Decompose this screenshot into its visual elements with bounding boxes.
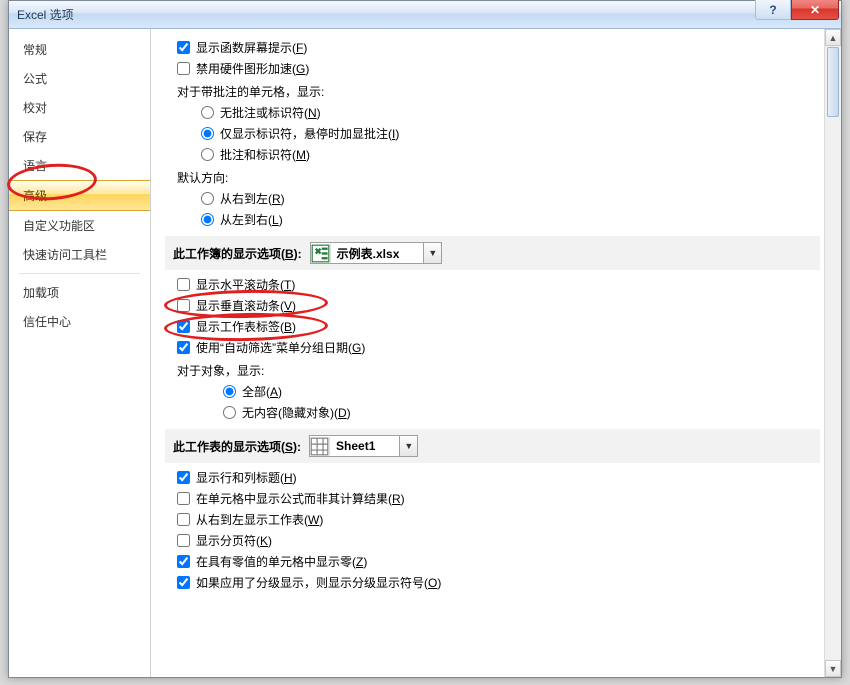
nav-item-language[interactable]: 语言 xyxy=(9,151,150,180)
radio[interactable] xyxy=(201,192,214,205)
opt-disable-hardware-accel[interactable]: 禁用硬件图形加速(G) xyxy=(177,60,820,77)
nav-item-formulas[interactable]: 公式 xyxy=(9,64,150,93)
nav-item-advanced[interactable]: 高级 xyxy=(9,180,150,211)
checkbox[interactable] xyxy=(177,320,190,333)
excel-file-icon xyxy=(311,244,331,263)
nav-item-quick-access[interactable]: 快速访问工具栏 xyxy=(9,240,150,269)
opt-objects-all[interactable]: 全部(A) xyxy=(223,383,820,400)
nav-sidebar: 常规 公式 校对 保存 语言 高级 自定义功能区 快速访问工具栏 加载项 信任中… xyxy=(9,29,151,677)
radio[interactable] xyxy=(201,127,214,140)
opt-dir-ltr[interactable]: 从左到右(L) xyxy=(201,211,820,228)
checkbox[interactable] xyxy=(177,471,190,484)
opt-comments-none[interactable]: 无批注或标识符(N) xyxy=(201,104,820,121)
checkbox[interactable] xyxy=(177,278,190,291)
nav-item-save[interactable]: 保存 xyxy=(9,122,150,151)
nav-item-customize-ribbon[interactable]: 自定义功能区 xyxy=(9,211,150,240)
opt-comments-both[interactable]: 批注和标识符(M) xyxy=(201,146,820,163)
checkbox[interactable] xyxy=(177,513,190,526)
label-default-direction: 默认方向: xyxy=(177,169,820,186)
opt-comments-indicator[interactable]: 仅显示标识符，悬停时加显批注(I) xyxy=(201,125,820,142)
sheet-icon xyxy=(310,437,330,456)
scrollbar-thumb[interactable] xyxy=(827,47,839,117)
radio[interactable] xyxy=(201,148,214,161)
opt-objects-none[interactable]: 无内容(隐藏对象)(D) xyxy=(223,404,820,421)
dialog-title: Excel 选项 xyxy=(17,6,74,23)
workbook-combo-value: 示例表.xlsx xyxy=(331,245,424,262)
opt-show-formulas[interactable]: 在单元格中显示公式而非其计算结果(R) xyxy=(177,490,820,507)
opt-rtl-sheet[interactable]: 从右到左显示工作表(W) xyxy=(177,511,820,528)
checkbox[interactable] xyxy=(177,576,190,589)
help-button[interactable]: ? xyxy=(755,0,791,20)
nav-item-proofing[interactable]: 校对 xyxy=(9,93,150,122)
scroll-down-arrow-icon[interactable]: ▼ xyxy=(825,660,841,677)
opt-show-row-col-headers[interactable]: 显示行和列标题(H) xyxy=(177,469,820,486)
content-pane: 显示函数屏幕提示(F) 禁用硬件图形加速(G) 对于带批注的单元格，显示: 无批… xyxy=(151,29,841,677)
label-comments-header: 对于带批注的单元格，显示: xyxy=(177,83,820,100)
checkbox[interactable] xyxy=(177,41,190,54)
worksheet-combo-value: Sheet1 xyxy=(330,439,399,453)
radio[interactable] xyxy=(223,406,236,419)
chevron-down-icon[interactable]: ▼ xyxy=(423,243,441,263)
excel-options-dialog: Excel 选项 ? ✕ 常规 公式 校对 保存 语言 高级 自定义功能区 快速… xyxy=(8,0,842,678)
worksheet-combo[interactable]: Sheet1 ▼ xyxy=(309,435,418,457)
opt-show-zero[interactable]: 在具有零值的单元格中显示零(Z) xyxy=(177,553,820,570)
scroll-up-arrow-icon[interactable]: ▲ xyxy=(825,29,841,46)
section-worksheet-display: 此工作表的显示选项(S): Sheet1 ▼ xyxy=(165,429,820,463)
opt-show-outline-symbols[interactable]: 如果应用了分级显示，则显示分级显示符号(O) xyxy=(177,574,820,591)
checkbox[interactable] xyxy=(177,299,190,312)
nav-item-addins[interactable]: 加载项 xyxy=(9,278,150,307)
label-objects-header: 对于对象，显示: xyxy=(177,362,820,379)
nav-item-general[interactable]: 常规 xyxy=(9,35,150,64)
opt-show-page-breaks[interactable]: 显示分页符(K) xyxy=(177,532,820,549)
nav-item-trust-center[interactable]: 信任中心 xyxy=(9,307,150,336)
checkbox[interactable] xyxy=(177,534,190,547)
checkbox[interactable] xyxy=(177,341,190,354)
opt-show-horizontal-scrollbar[interactable]: 显示水平滚动条(T) xyxy=(177,276,820,293)
checkbox[interactable] xyxy=(177,62,190,75)
dialog-body: 常规 公式 校对 保存 语言 高级 自定义功能区 快速访问工具栏 加载项 信任中… xyxy=(9,29,841,677)
checkbox[interactable] xyxy=(177,555,190,568)
titlebar: Excel 选项 ? ✕ xyxy=(9,1,841,29)
radio[interactable] xyxy=(223,385,236,398)
section-workbook-display: 此工作簿的显示选项(B): 示例表.xlsx ▼ xyxy=(165,236,820,270)
opt-show-vertical-scrollbar[interactable]: 显示垂直滚动条(V) xyxy=(177,297,820,314)
nav-separator xyxy=(19,273,140,274)
radio[interactable] xyxy=(201,106,214,119)
opt-dir-rtl[interactable]: 从右到左(R) xyxy=(201,190,820,207)
checkbox[interactable] xyxy=(177,492,190,505)
workbook-combo[interactable]: 示例表.xlsx ▼ xyxy=(310,242,443,264)
opt-show-sheet-tabs[interactable]: 显示工作表标签(B) xyxy=(177,318,820,335)
vertical-scrollbar[interactable]: ▲ ▼ xyxy=(824,29,841,677)
close-button[interactable]: ✕ xyxy=(791,0,839,20)
radio[interactable] xyxy=(201,213,214,226)
content-scroll[interactable]: 显示函数屏幕提示(F) 禁用硬件图形加速(G) 对于带批注的单元格，显示: 无批… xyxy=(151,29,824,677)
opt-autofilter-group-dates[interactable]: 使用“自动筛选”菜单分组日期(G) xyxy=(177,339,820,356)
opt-show-function-tooltips[interactable]: 显示函数屏幕提示(F) xyxy=(177,39,820,56)
chevron-down-icon[interactable]: ▼ xyxy=(399,436,417,456)
